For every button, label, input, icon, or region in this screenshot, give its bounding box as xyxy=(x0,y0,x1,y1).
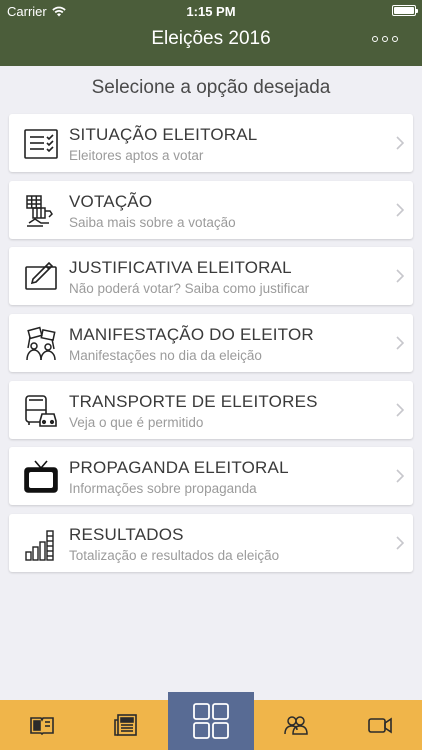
chevron-right-icon xyxy=(396,269,404,283)
battery-icon xyxy=(392,5,418,16)
more-options-icon[interactable] xyxy=(372,36,398,42)
chevron-right-icon xyxy=(396,336,404,350)
option-votacao[interactable]: VOTAÇÃO Saiba mais sobre a votação xyxy=(9,180,413,239)
option-description: Informações sobre propaganda xyxy=(69,481,257,497)
options-list: SITUAÇÃO ELEITORAL Eleitores aptos a vot… xyxy=(9,114,413,581)
option-title: PROPAGANDA ELEITORAL xyxy=(69,458,289,478)
page-title: Eleições 2016 xyxy=(151,28,271,49)
option-situacao-eleitoral[interactable]: SITUAÇÃO ELEITORAL Eleitores aptos a vot… xyxy=(9,114,413,172)
grid-icon xyxy=(193,703,229,739)
instruction-text: Selecione a opção desejada xyxy=(91,77,331,98)
people-icon xyxy=(284,716,308,735)
option-resultados[interactable]: RESULTADOS Totalização e resultados da e… xyxy=(9,514,413,573)
tab-book[interactable] xyxy=(0,700,84,750)
tab-videos[interactable] xyxy=(338,700,422,750)
option-description: Totalização e resultados da eleição xyxy=(69,548,280,564)
bus-car-icon xyxy=(23,393,59,429)
checklist-icon xyxy=(23,126,59,162)
option-title: TRANSPORTE DE ELEITORES xyxy=(69,391,318,411)
option-title: MANIFESTAÇÃO DO ELEITOR xyxy=(69,325,314,345)
option-transporte-de-eleitores[interactable]: TRANSPORTE DE ELEITORES Veja o que é per… xyxy=(9,380,413,439)
option-title: SITUAÇÃO ELEITORAL xyxy=(69,125,258,144)
option-description: Veja o que é permitido xyxy=(69,414,204,430)
status-bar: Carrier 1:15 PM xyxy=(0,0,422,22)
tab-menu[interactable] xyxy=(168,692,254,750)
option-manifestacao-do-eleitor[interactable]: MANIFESTAÇÃO DO ELEITOR Manifestações no… xyxy=(9,314,413,373)
chevron-right-icon xyxy=(396,203,404,217)
option-description: Manifestações no dia da eleição xyxy=(69,348,262,364)
status-time: 1:15 PM xyxy=(186,4,236,19)
option-justificativa-eleitoral[interactable]: JUSTIFICATIVA ELEITORAL Não poderá votar… xyxy=(9,247,413,306)
edit-pencil-icon xyxy=(23,259,59,295)
chevron-right-icon xyxy=(396,469,404,484)
voting-machine-icon xyxy=(23,193,59,229)
book-icon xyxy=(30,717,54,736)
option-description: Não poderá votar? Saiba como justificar xyxy=(69,281,310,297)
tv-icon xyxy=(23,459,59,495)
bar-chart-icon xyxy=(23,526,59,562)
tab-bar xyxy=(0,692,422,750)
newspaper-icon xyxy=(114,714,137,736)
navigation-bar: Carrier 1:15 PM Eleições 2016 xyxy=(0,0,422,66)
tab-news[interactable] xyxy=(84,700,168,750)
video-camera-icon xyxy=(368,717,392,734)
option-description: Eleitores aptos a votar xyxy=(69,148,204,163)
tab-candidates[interactable] xyxy=(254,700,338,750)
chevron-right-icon xyxy=(396,403,404,417)
chevron-right-icon xyxy=(396,136,404,150)
option-title: VOTAÇÃO xyxy=(69,191,153,211)
option-title: RESULTADOS xyxy=(69,525,184,545)
chevron-right-icon xyxy=(396,536,404,550)
option-propaganda-eleitoral[interactable]: PROPAGANDA ELEITORAL Informações sobre p… xyxy=(9,447,413,506)
protest-icon xyxy=(23,326,59,362)
option-description: Saiba mais sobre a votação xyxy=(69,214,236,230)
option-title: JUSTIFICATIVA ELEITORAL xyxy=(69,258,292,278)
